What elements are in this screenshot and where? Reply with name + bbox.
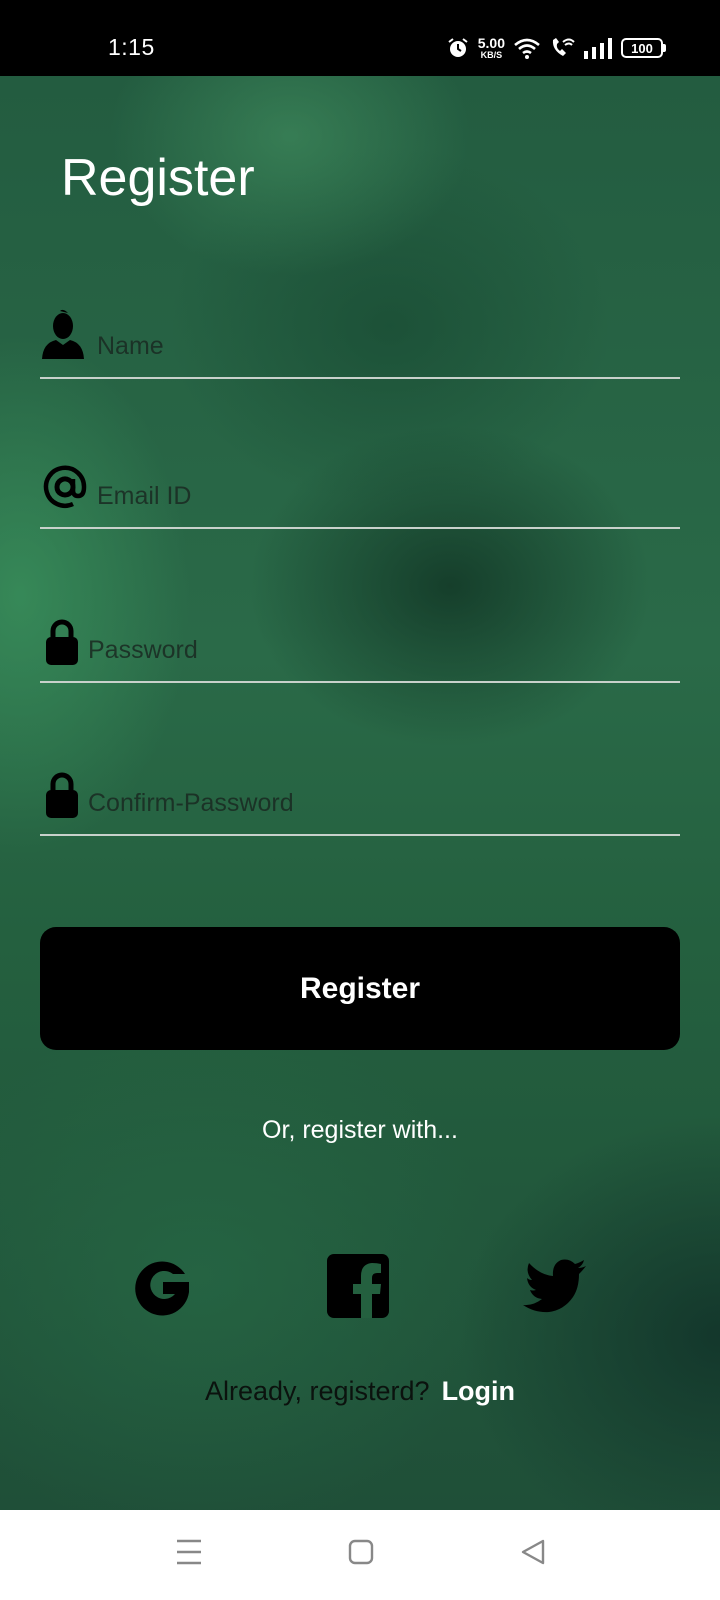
status-time: 1:15 [108, 34, 155, 60]
menu-icon[interactable] [176, 1538, 202, 1566]
social-prompt: Or, register with... [262, 1116, 458, 1144]
battery-level: 100 [621, 38, 663, 58]
status-bar: 1:15 5.00 KB/S 100 [0, 0, 720, 76]
signal-icon [584, 38, 612, 59]
system-nav-bar [0, 1510, 720, 1600]
wifi-icon [514, 38, 540, 59]
at-icon [43, 465, 87, 508]
network-speed: 5.00 KB/S [478, 36, 505, 60]
google-icon[interactable] [127, 1252, 197, 1322]
lock-icon [46, 619, 78, 665]
already-registered-text: Already, registerd? [204, 1376, 430, 1406]
battery-icon: 100 [621, 38, 666, 58]
email-input[interactable] [97, 482, 617, 511]
twitter-icon[interactable] [520, 1252, 590, 1322]
facebook-icon[interactable] [325, 1252, 395, 1322]
status-icons: 5.00 KB/S 100 [446, 34, 666, 62]
register-screen: Register Register Or, register [0, 76, 720, 1510]
wifi-call-icon [552, 38, 575, 56]
login-prompt: Already, registerd? Login [0, 1376, 720, 1407]
confirm-password-input[interactable] [88, 789, 608, 818]
person-icon [42, 309, 84, 359]
email-field[interactable] [40, 465, 680, 529]
name-input[interactable] [97, 332, 617, 361]
alarm-icon [448, 38, 468, 57]
password-field[interactable] [40, 619, 680, 683]
back-icon[interactable] [520, 1538, 546, 1566]
name-field[interactable] [40, 309, 680, 379]
lock-icon [46, 772, 78, 818]
register-button[interactable]: Register [40, 927, 680, 1050]
login-link[interactable]: Login [442, 1376, 515, 1406]
network-speed-value: 5.00 [477, 35, 505, 51]
network-speed-unit: KB/S [480, 50, 503, 60]
confirm-password-field[interactable] [40, 772, 680, 836]
page-title: Register [61, 149, 255, 207]
password-input[interactable] [88, 636, 608, 665]
home-icon[interactable] [348, 1538, 374, 1566]
